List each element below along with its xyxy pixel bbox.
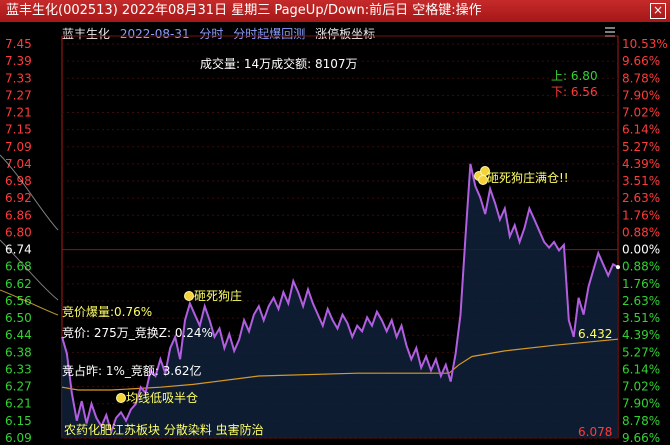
y-tick-right: 0.88% bbox=[622, 225, 660, 239]
y-tick-right: 3.51% bbox=[622, 311, 660, 325]
y-tick-left: 6.92 bbox=[5, 191, 32, 205]
y-tick-left: 6.15 bbox=[5, 414, 32, 428]
y-tick-right: 2.63% bbox=[622, 191, 660, 205]
y-tick-right: 7.02% bbox=[622, 106, 660, 120]
y-tick-right: 4.39% bbox=[622, 157, 660, 171]
y-tick-left: 6.44 bbox=[5, 328, 32, 342]
y-tick-right: 9.66% bbox=[622, 54, 660, 68]
y-tick-left: 7.09 bbox=[5, 140, 32, 154]
y-tick-left: 6.98 bbox=[5, 174, 32, 188]
y-tick-right: 6.14% bbox=[622, 123, 660, 137]
y-tick-left: 6.50 bbox=[5, 311, 32, 325]
upper-price-label: 上: 6.80 bbox=[551, 69, 598, 83]
y-tick-right: 4.39% bbox=[622, 328, 660, 342]
y-tick-left: 6.27 bbox=[5, 380, 32, 394]
y-tick-right: 0.88% bbox=[622, 260, 660, 274]
y-tick-left: 6.62 bbox=[5, 277, 32, 291]
y-tick-right: 3.51% bbox=[622, 174, 660, 188]
smash-signal-note: 砸死狗庄 bbox=[194, 289, 243, 303]
avg-end-label: 6.432 bbox=[578, 327, 613, 341]
last-price-marker bbox=[616, 265, 620, 270]
y-tick-left: 6.33 bbox=[5, 362, 32, 376]
y-tick-right: 2.63% bbox=[622, 294, 660, 308]
y-tick-right: 5.27% bbox=[622, 345, 660, 359]
y-tick-left: 6.86 bbox=[5, 208, 32, 222]
y-tick-left: 6.80 bbox=[5, 225, 32, 239]
y-tick-right: 8.78% bbox=[622, 71, 660, 85]
y-tick-right: 8.78% bbox=[622, 414, 660, 428]
y-tick-right: 1.76% bbox=[622, 277, 660, 291]
auction-detail-note: 竞价: 275万_竞换Z: 0.24% bbox=[62, 326, 213, 340]
y-tick-left: 7.04 bbox=[5, 157, 32, 171]
auction-burst-note: 竞价爆量:0.76% bbox=[62, 305, 153, 319]
lower-price-label: 下: 6.56 bbox=[551, 85, 598, 99]
y-tick-right: 7.90% bbox=[622, 88, 660, 102]
y-tick-left: 7.39 bbox=[5, 54, 32, 68]
y-tick-left: 7.15 bbox=[5, 123, 32, 137]
y-tick-left: 6.21 bbox=[5, 397, 32, 411]
y-tick-left: 7.27 bbox=[5, 88, 32, 102]
y-tick-right: 9.66% bbox=[622, 431, 660, 445]
y-tick-left: 6.38 bbox=[5, 345, 32, 359]
low-mark-label: 6.078 bbox=[578, 425, 613, 439]
y-tick-left: 7.45 bbox=[5, 37, 32, 51]
y-tick-right: 10.53% bbox=[622, 37, 668, 51]
y-tick-right: 7.90% bbox=[622, 397, 660, 411]
y-tick-right: 0.00% bbox=[622, 243, 660, 257]
avg-low-signal-marker bbox=[116, 393, 126, 403]
y-tick-left: 7.21 bbox=[5, 106, 32, 120]
smash-signal-marker bbox=[184, 291, 194, 301]
y-tick-left: 7.33 bbox=[5, 71, 32, 85]
y-tick-left: 6.56 bbox=[5, 294, 32, 308]
avg-low-signal-note: 均线低吸半仓 bbox=[126, 391, 199, 405]
y-tick-left: 6.09 bbox=[5, 431, 32, 445]
auction-share-note: 竞占昨: 1%_竞额: 3.62亿 bbox=[62, 364, 202, 378]
concept-tags: 农药化肥江苏板块 分散染料 虫害防治 bbox=[64, 423, 264, 437]
y-tick-right: 1.76% bbox=[622, 208, 660, 222]
full-position-note: 砸死狗庄满仓!! bbox=[487, 171, 569, 185]
y-tick-right: 5.27% bbox=[622, 140, 660, 154]
y-tick-right: 6.14% bbox=[622, 362, 660, 376]
y-tick-left: 6.68 bbox=[5, 260, 32, 274]
volume-label: 成交量: 14万成交额: 8107万 bbox=[200, 57, 358, 71]
y-tick-right: 7.02% bbox=[622, 380, 660, 394]
